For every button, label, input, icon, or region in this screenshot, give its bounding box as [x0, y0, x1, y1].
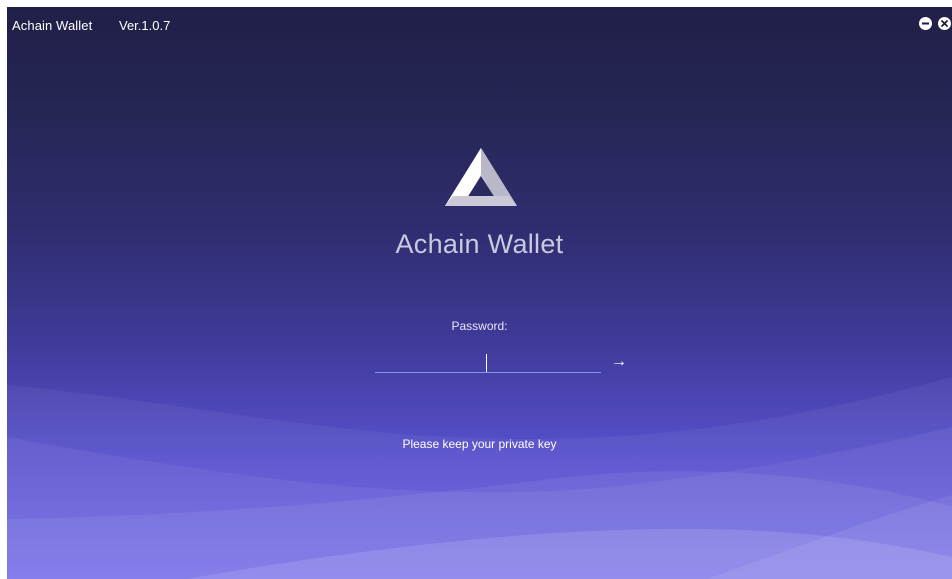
arrow-right-icon: →	[611, 353, 627, 370]
private-key-hint: Please keep your private key	[402, 437, 557, 451]
achain-logo-icon	[445, 148, 517, 206]
text-caret	[486, 354, 487, 372]
minimize-button[interactable]	[919, 17, 932, 30]
app-window: Achain Wallet Ver.1.0.7 Achain Wallet Pa…	[7, 7, 952, 579]
password-input[interactable]	[375, 349, 601, 373]
wave-background	[7, 377, 952, 579]
minimize-icon	[922, 22, 929, 25]
app-version: Ver.1.0.7	[119, 18, 171, 33]
close-button[interactable]	[938, 17, 951, 30]
submit-arrow-button[interactable]: →	[611, 354, 627, 370]
product-title: Achain Wallet	[395, 229, 564, 259]
close-icon	[941, 20, 948, 27]
password-label: Password:	[451, 319, 508, 333]
app-name: Achain Wallet	[12, 18, 93, 33]
title-bar[interactable]: Achain Wallet Ver.1.0.7	[7, 7, 952, 43]
